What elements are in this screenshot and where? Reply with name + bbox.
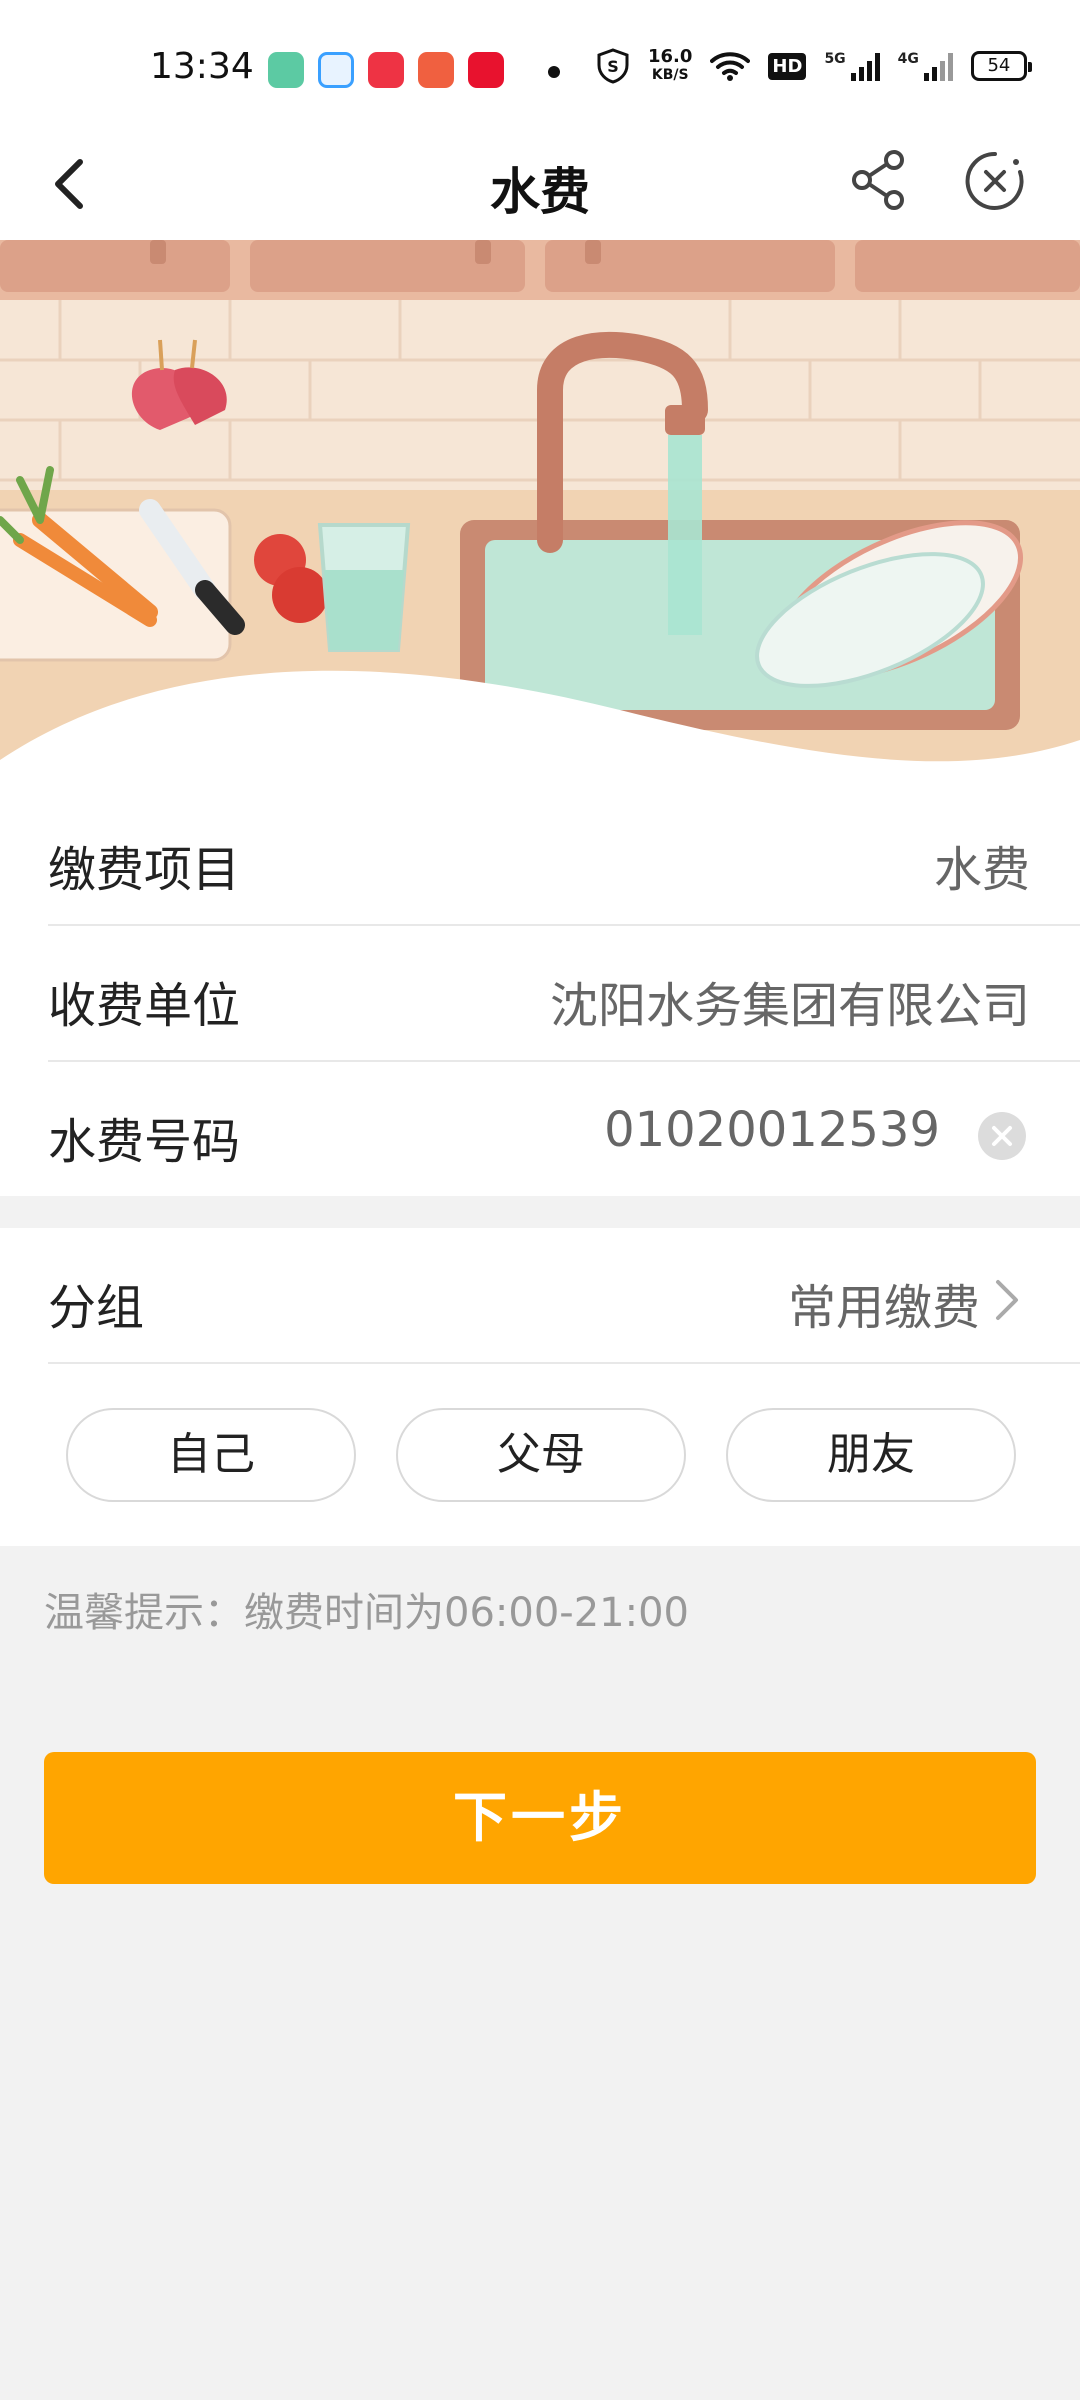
- payee-label: 收费单位: [48, 978, 241, 1034]
- chevron-right-icon: [996, 1280, 1018, 1320]
- network-speed-unit: KB/S: [651, 67, 689, 83]
- browser-notification-icon: [318, 52, 354, 88]
- payment-item-label: 缴费项目: [48, 842, 241, 898]
- group-chips: 自己 父母 朋友: [66, 1408, 1016, 1502]
- close-miniapp-icon[interactable]: [962, 148, 1028, 214]
- hd-voice-icon: HD: [768, 52, 807, 80]
- account-number-input[interactable]: 01020012539: [604, 1102, 940, 1158]
- payee-value: 沈阳水务集团有限公司: [549, 978, 1030, 1034]
- account-number-label: 水费号码: [48, 1114, 241, 1170]
- app-notification-icon: [268, 52, 304, 88]
- group-row[interactable]: 分组 常用缴费: [48, 1228, 1080, 1364]
- payment-time-tip: 温馨提示：缴费时间为06:00-21:00: [44, 1590, 689, 1636]
- group-card: 分组 常用缴费 自己 父母 朋友: [0, 1228, 1080, 1546]
- more-notifications-icon: [548, 66, 560, 78]
- clear-icon: [992, 1126, 1012, 1146]
- nav-bar: 水费: [0, 130, 1080, 240]
- signal-5g-icon: 5G: [824, 51, 880, 81]
- chip-self[interactable]: 自己: [66, 1408, 356, 1502]
- status-bar: 13:34 S 16.0 KB/S HD 5G 4G 54: [0, 0, 1080, 130]
- status-time: 13:34: [150, 46, 254, 87]
- chip-parents[interactable]: 父母: [396, 1408, 686, 1502]
- page: 13:34 S 16.0 KB/S HD 5G 4G 54 水费 缴费项目 水费…: [0, 0, 1080, 2400]
- next-step-button[interactable]: 下一步: [44, 1752, 1036, 1884]
- page-title: 水费: [490, 163, 590, 221]
- group-value: 常用缴费: [787, 1280, 980, 1336]
- game-notification-icon: [418, 52, 454, 88]
- account-number-row: 水费号码 01020012539: [48, 1062, 1080, 1198]
- kitchen-illustration: [0, 240, 1080, 800]
- clear-input-button[interactable]: [978, 1112, 1026, 1160]
- shield-icon: S: [597, 48, 629, 84]
- divider: [48, 1362, 1080, 1364]
- status-indicators: S 16.0 KB/S HD 5G 4G 54: [596, 48, 1032, 84]
- notification-icons: [268, 52, 504, 88]
- network-speed-value: 16.0: [648, 46, 693, 67]
- group-label: 分组: [48, 1280, 145, 1336]
- network-speed: 16.0 KB/S: [648, 48, 692, 84]
- chip-friends[interactable]: 朋友: [726, 1408, 1016, 1502]
- payment-item-row: 缴费项目 水费: [48, 790, 1080, 926]
- tiktok-notification-icon: [468, 52, 504, 88]
- share-icon[interactable]: [848, 148, 912, 212]
- signal-4g-label: 4G: [897, 51, 919, 67]
- payment-item-value: 水费: [933, 842, 1030, 898]
- kitchen-sink-banner: [0, 240, 1080, 800]
- signal-5g-label: 5G: [824, 51, 846, 67]
- xiaohongshu-notification-icon: [368, 52, 404, 88]
- wifi-icon: [710, 52, 751, 81]
- payee-row: 收费单位 沈阳水务集团有限公司: [48, 926, 1080, 1062]
- payment-info-card: 缴费项目 水费 收费单位 沈阳水务集团有限公司 水费号码 01020012539: [0, 790, 1080, 1196]
- signal-4g-icon: 4G: [898, 51, 953, 81]
- svg-text:S: S: [607, 57, 619, 76]
- battery-icon: 54: [970, 51, 1032, 81]
